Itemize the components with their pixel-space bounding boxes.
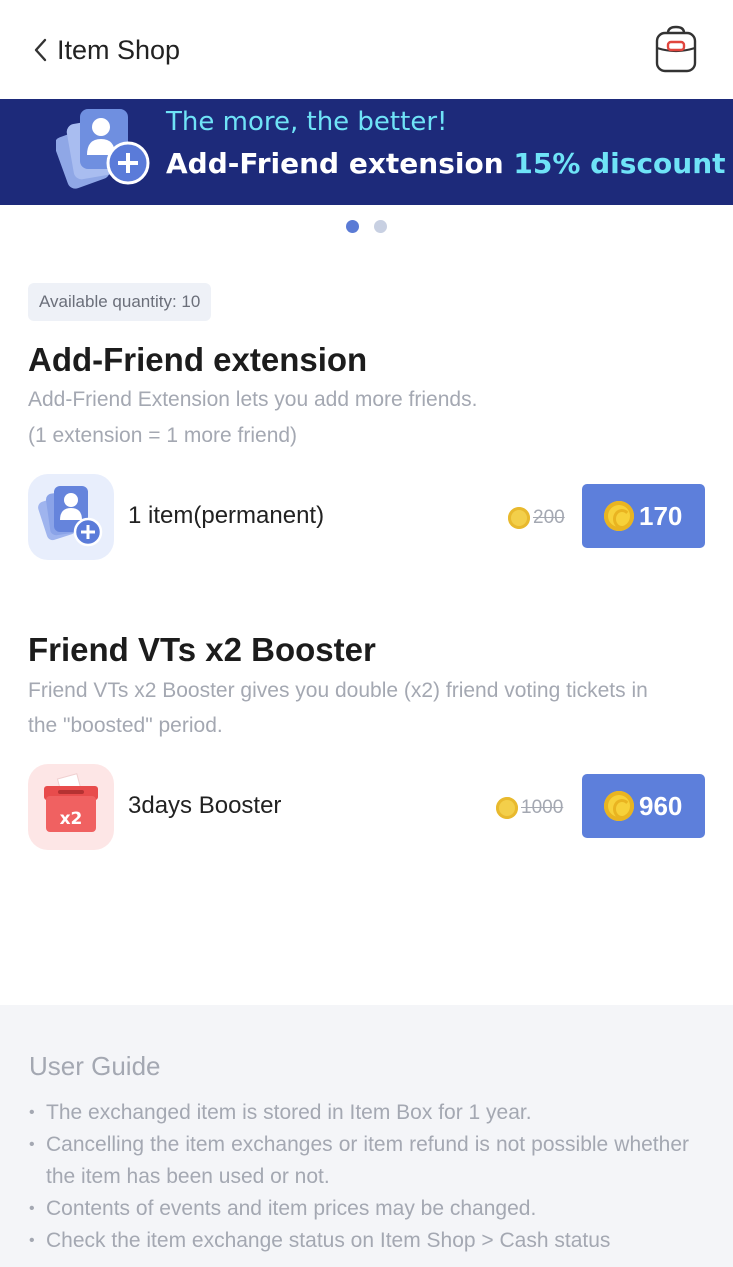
guide-list: The exchanged item is stored in Item Box… (29, 1097, 689, 1257)
guide-item: Check the item exchange status on Item S… (29, 1225, 689, 1257)
coin-icon (604, 501, 634, 531)
item-name: 3days Booster (128, 792, 282, 819)
add-friend-icon (56, 109, 150, 189)
sale-price: 170 (639, 501, 683, 531)
item-row-booster: x2 3days Booster 1000 960 (28, 764, 705, 850)
banner-headline: Add-Friend extension 15% discount (166, 145, 726, 183)
section-description-continued: the "boosted" period. (28, 714, 223, 737)
carousel-dot-active[interactable] (346, 220, 359, 233)
coin-icon (496, 797, 518, 819)
coin-icon (604, 791, 634, 821)
banner-headline-text: Add-Friend extension (166, 147, 514, 180)
carousel-dot[interactable] (374, 220, 387, 233)
guide-item: Contents of events and item prices may b… (29, 1193, 689, 1225)
original-price: 200 (533, 507, 565, 528)
sale-price: 960 (639, 791, 683, 821)
section-description-note: (1 extension = 1 more friend) (28, 424, 298, 447)
guide-title: User Guide (29, 1051, 161, 1081)
coin-icon (508, 507, 530, 529)
original-price: 1000 (521, 797, 564, 818)
buy-button[interactable]: 960 (582, 774, 705, 838)
section-title-add-friend: Add-Friend extension (28, 341, 368, 378)
item-row-add-friend: 1 item(permanent) 200 170 (28, 474, 705, 560)
banner-discount: 15% discount (513, 147, 726, 180)
back-button[interactable] (32, 36, 52, 64)
section-description: Friend VTs x2 Booster gives you double (… (28, 679, 648, 702)
banner-tagline: The more, the better! (166, 107, 448, 137)
ballot-box-icon: x2 (44, 773, 98, 832)
user-guide: User Guide The exchanged item is stored … (0, 1005, 733, 1267)
guide-item: The exchanged item is stored in Item Box… (29, 1097, 689, 1129)
page-title: Item Shop (57, 35, 181, 65)
section-description: Add-Friend Extension lets you add more f… (28, 388, 478, 411)
buy-button[interactable]: 170 (582, 484, 705, 548)
chevron-left-icon (34, 38, 47, 62)
carousel-indicator (0, 220, 733, 234)
item-box-button[interactable] (652, 24, 700, 74)
promo-banner[interactable]: The more, the better! Add-Friend extensi… (0, 99, 733, 205)
add-friend-icon (38, 486, 103, 547)
available-quantity-badge: Available quantity: 10 (28, 283, 212, 321)
header: Item Shop (0, 0, 733, 99)
section-title-booster: Friend VTs x2 Booster (28, 631, 376, 668)
backpack-icon (655, 25, 697, 73)
item-icon (28, 474, 114, 560)
item-icon: x2 (28, 764, 114, 850)
item-name: 1 item(permanent) (128, 502, 325, 529)
guide-item: Cancelling the item exchanges or item re… (29, 1129, 689, 1193)
x2-label: x2 (60, 809, 83, 829)
